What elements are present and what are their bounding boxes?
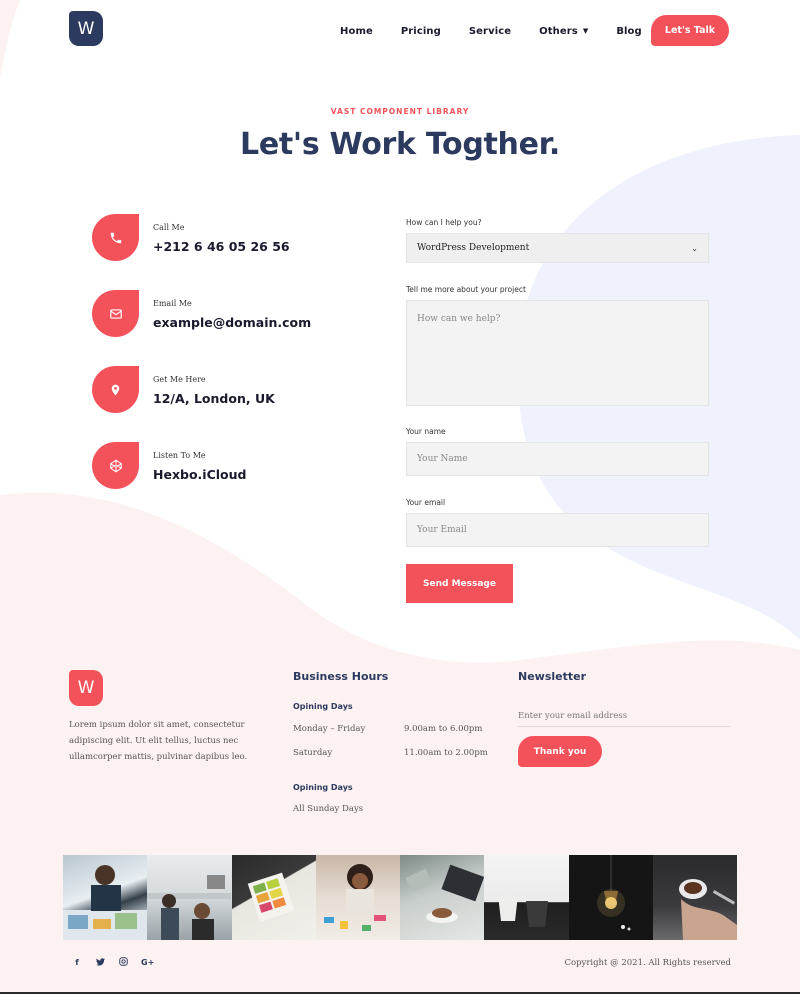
contact-location: Get Me Here 12/A, London, UK (92, 366, 275, 413)
location-icon[interactable] (92, 366, 139, 413)
chevron-down-icon: ⌄ (691, 243, 698, 253)
contact-label: Listen To Me (153, 451, 206, 460)
hours-day: Monday – Friday (293, 724, 366, 734)
contact-value[interactable]: +212 6 46 05 26 56 (153, 239, 290, 254)
send-message-label: Send Message (423, 578, 496, 589)
nav-pricing-label: Pricing (400, 25, 441, 37)
instagram-icon[interactable] (118, 957, 128, 968)
nav-pricing[interactable]: Pricing (401, 26, 441, 37)
newsletter-placeholder: Enter your email address (518, 711, 628, 721)
project-placeholder: How can we help? (417, 314, 501, 324)
email-input[interactable]: Your Email (406, 513, 709, 547)
logo-letter: W (77, 18, 95, 39)
kids-drawing-photo[interactable] (63, 855, 148, 940)
google-plus-icon[interactable]: G+ (141, 958, 154, 967)
lets-talk-label: Let's Talk (664, 25, 716, 36)
contact-label: Call Me (153, 223, 185, 232)
help-select-value: WordPress Development (417, 243, 530, 253)
business-hours-title: Business Hours (293, 670, 389, 683)
footer-logo-letter: W (77, 678, 95, 698)
sunday-text: All Sunday Days (293, 804, 364, 814)
name-placeholder: Your Name (417, 454, 468, 464)
codepen-icon[interactable] (92, 442, 139, 489)
project-label: Tell me more about your project (406, 285, 526, 294)
project-textarea[interactable]: How can we help? (406, 300, 709, 406)
email-placeholder: Your Email (417, 525, 467, 535)
nav-blog-label: Blog (616, 25, 642, 37)
name-label: Your name (406, 427, 446, 436)
nav-blog[interactable]: Blog (616, 26, 641, 37)
lets-talk-button[interactable]: Let's Talk (651, 15, 729, 46)
brand-logo[interactable]: W (69, 11, 103, 46)
contact-label: Email Me (153, 299, 192, 308)
send-message-button[interactable]: Send Message (406, 564, 513, 603)
copyright-text: Copyright @ 2021. All Rights reserved (564, 958, 731, 968)
footer-logo[interactable]: W (69, 670, 103, 706)
contact-listen: Listen To Me Hexbo.iCloud (92, 442, 246, 489)
color-swatches-photo[interactable] (231, 855, 316, 940)
help-select[interactable]: WordPress Development ⌄ (406, 233, 709, 263)
page-title: Let's Work Togther. (240, 127, 560, 162)
contact-value[interactable]: Hexbo.iCloud (153, 467, 246, 482)
nav-service-label: Service (468, 25, 512, 37)
section-eyebrow: VAST COMPONENT LIBRARY (330, 107, 470, 116)
mail-icon[interactable] (92, 290, 139, 337)
opening-days-title: Opining Days (293, 702, 353, 711)
phone-icon[interactable] (92, 214, 139, 261)
office-people-photo[interactable] (147, 855, 232, 940)
coffee-laptop-photo[interactable] (400, 855, 485, 940)
nav-home-label: Home (340, 25, 373, 37)
photo-gallery (63, 855, 737, 940)
newsletter-submit-button[interactable]: Thank you (518, 736, 602, 767)
facebook-icon[interactable]: f (72, 958, 82, 967)
nav-others-label: Others (539, 25, 578, 37)
social-links: f G+ (72, 957, 164, 968)
main-nav: Home Pricing Service Others ▼ Blog (340, 22, 670, 40)
contact-value[interactable]: 12/A, London, UK (153, 391, 275, 406)
contact-email: Email Me example@domain.com (92, 290, 311, 337)
nav-others[interactable]: Others ▼ (539, 26, 588, 37)
child-crafts-photo[interactable] (315, 855, 400, 940)
coffee-cups-photo[interactable] (484, 855, 569, 940)
lamp-dark-photo[interactable] (568, 855, 653, 940)
contact-value[interactable]: example@domain.com (153, 315, 311, 330)
nav-service[interactable]: Service (469, 26, 511, 37)
footer-about-text: Lorem ipsum dolor sit amet, consectetur … (69, 720, 248, 762)
hours-time: 9.00am to 6.00pm (404, 724, 483, 734)
opening-days-title: Opining Days (293, 783, 353, 792)
twitter-icon[interactable] (95, 957, 105, 968)
newsletter-email-input[interactable]: Enter your email address (518, 706, 730, 727)
email-label: Your email (406, 498, 446, 507)
newsletter-submit-label: Thank you (533, 746, 587, 757)
hours-day: Saturday (293, 748, 333, 758)
chevron-down-icon: ▼ (582, 27, 589, 35)
hours-time: 11.00am to 2.00pm (404, 748, 488, 758)
contact-call: Call Me +212 6 46 05 26 56 (92, 214, 290, 261)
espresso-cup-photo[interactable] (652, 855, 737, 940)
contact-label: Get Me Here (153, 375, 206, 384)
newsletter-title: Newsletter (518, 670, 587, 683)
nav-home[interactable]: Home (340, 26, 373, 37)
name-input[interactable]: Your Name (406, 442, 709, 476)
help-label: How can I help you? (406, 218, 482, 227)
